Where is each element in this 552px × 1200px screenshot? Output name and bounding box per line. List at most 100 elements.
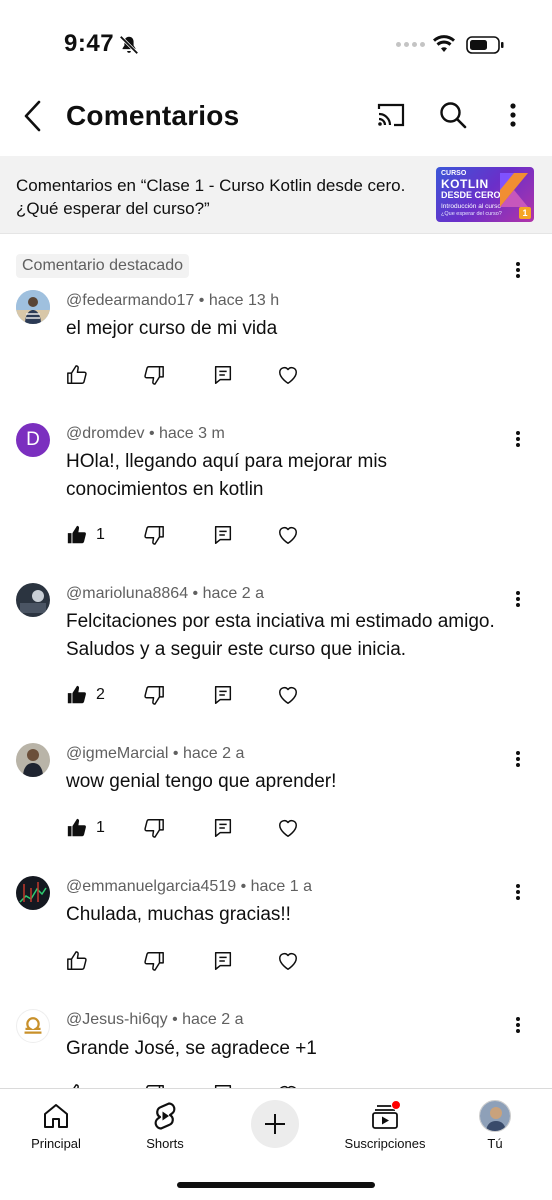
reply-button[interactable] (212, 815, 234, 841)
comment-actions (66, 362, 326, 388)
dislike-button[interactable] (143, 682, 165, 708)
battery-icon (466, 36, 504, 54)
heart-button[interactable] (277, 948, 299, 974)
search-button[interactable] (436, 98, 470, 132)
dislike-button[interactable] (143, 815, 165, 841)
avatar-letter: D (26, 429, 40, 450)
comment-meta[interactable]: @emmanuelgarcia4519 • hace 1 a (66, 878, 312, 896)
comment-more-button[interactable] (506, 587, 530, 611)
top-app-bar: Comentarios (0, 90, 552, 154)
video-info-band[interactable]: Comentarios en “Clase 1 - Curso Kotlin d… (0, 156, 552, 234)
nav-home[interactable]: Principal (1, 1099, 111, 1151)
reply-button[interactable] (212, 362, 234, 388)
comment-meta[interactable]: @marioluna8864 • hace 2 a (66, 585, 264, 603)
home-indicator (177, 1182, 375, 1188)
like-button[interactable]: 1 (66, 522, 105, 548)
comment-actions (66, 948, 326, 974)
thumbs-up-filled-icon (67, 818, 86, 837)
like-button[interactable]: 1 (66, 815, 105, 841)
thumbs-up-filled-icon (67, 525, 86, 544)
wifi-icon (433, 35, 455, 52)
heart-icon (279, 526, 297, 544)
thumb-text-4: Introducción al curso (441, 203, 501, 210)
comment-more-button[interactable] (506, 427, 530, 451)
avatar[interactable]: D (16, 423, 50, 457)
comment-text: wow genial tengo que aprender! (66, 771, 337, 792)
nav-you[interactable]: Tú (440, 1099, 550, 1151)
comment-meta[interactable]: @Jesus-hi6qy • hace 2 a (66, 1011, 244, 1029)
reply-button[interactable] (212, 522, 234, 548)
thumbs-down-icon (144, 526, 164, 545)
thumb-text-2: KOTLIN (441, 177, 489, 191)
search-icon (440, 102, 467, 129)
heart-icon (279, 819, 297, 837)
thumbs-up-filled-icon (67, 685, 86, 704)
comment-actions: 1 (66, 522, 326, 548)
reply-button[interactable] (212, 1081, 234, 1088)
more-vert-icon (516, 1017, 520, 1033)
user-avatar-icon (480, 1101, 510, 1131)
comment-text: Felcitaciones por esta inciativa mi esti… (66, 611, 495, 660)
like-button[interactable] (66, 362, 88, 388)
dislike-button[interactable] (143, 522, 165, 548)
reply-comment-icon (214, 819, 232, 837)
comment-meta[interactable]: @fedearmando17 • hace 13 h (66, 292, 279, 310)
comment-more-button[interactable] (506, 747, 530, 771)
like-count: 1 (96, 526, 105, 543)
back-button[interactable] (18, 98, 48, 134)
avatar[interactable] (16, 743, 50, 777)
status-bar: 9:47 (0, 0, 552, 90)
cast-button[interactable] (374, 98, 408, 132)
heart-button[interactable] (277, 815, 299, 841)
thumbs-up-icon (67, 951, 87, 970)
like-button[interactable]: 2 (66, 682, 105, 708)
comment-text: HOla!, llegando aquí para mejorar mis co… (66, 451, 388, 500)
heart-icon (279, 952, 297, 970)
dislike-button[interactable] (143, 948, 165, 974)
thumb-text-5: ¿Que esperar del curso? (441, 211, 502, 217)
heart-button[interactable] (277, 522, 299, 548)
more-vert-icon (516, 884, 520, 900)
heart-button[interactable] (277, 362, 299, 388)
comment-text: Chulada, muchas gracias!! (66, 904, 291, 925)
dislike-button[interactable] (143, 1081, 165, 1088)
thumb-number-badge: 1 (519, 207, 531, 219)
comments-list: Comentario destacado @fedearmando17 • ha… (0, 236, 552, 1088)
like-button[interactable] (66, 1081, 88, 1088)
nav-you-label: Tú (487, 1136, 503, 1151)
create-button[interactable] (251, 1100, 299, 1148)
nav-shorts-label: Shorts (146, 1136, 184, 1151)
heart-icon (279, 366, 297, 384)
like-button[interactable] (66, 948, 88, 974)
video-thumbnail[interactable]: CURSO KOTLIN DESDE CERO Introducción al … (436, 167, 534, 222)
heart-button[interactable] (277, 682, 299, 708)
avatar-photo-icon (16, 743, 50, 777)
avatar[interactable] (16, 290, 50, 324)
avatar-libra-icon (24, 1017, 42, 1034)
back-icon (24, 100, 41, 132)
comment-meta[interactable]: @igmeMarcial • hace 2 a (66, 745, 244, 763)
thumb-text-3: DESDE CERO (441, 190, 501, 200)
avatar[interactable] (16, 583, 50, 617)
comment-more-button[interactable] (506, 1013, 530, 1037)
bell-off-icon (119, 35, 139, 55)
comment-meta[interactable]: @dromdev • hace 3 m (66, 425, 225, 443)
reply-button[interactable] (212, 682, 234, 708)
home-icon (44, 1104, 68, 1128)
shorts-icon (154, 1102, 176, 1130)
avatar[interactable] (16, 876, 50, 910)
heart-button[interactable] (277, 1081, 299, 1088)
comment-more-button[interactable] (506, 880, 530, 904)
like-count: 2 (96, 686, 105, 703)
comment-more-button[interactable] (506, 258, 530, 282)
reply-button[interactable] (212, 948, 234, 974)
nav-subscriptions[interactable]: Suscripciones (330, 1099, 440, 1151)
thumbs-down-icon (144, 366, 164, 385)
more-options-button[interactable] (496, 98, 530, 132)
video-title-text: Comentarios en “Clase 1 - Curso Kotlin d… (16, 176, 406, 218)
user-avatar (479, 1100, 511, 1132)
nav-shorts[interactable]: Shorts (110, 1099, 220, 1151)
comment-text: el mejor curso de mi vida (66, 318, 278, 339)
dislike-button[interactable] (143, 362, 165, 388)
avatar[interactable] (16, 1009, 50, 1043)
